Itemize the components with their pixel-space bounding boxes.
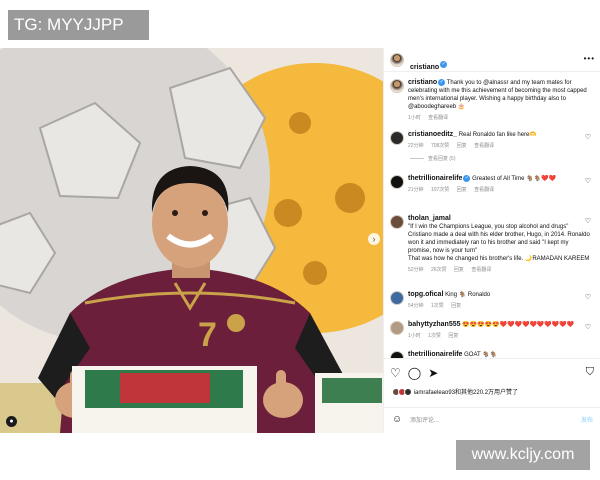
comment-meta: 21分钟 107次赞 回复 查看翻译 — [408, 186, 590, 194]
caption-username[interactable]: cristiano — [408, 79, 437, 86]
comment-time: 1小时 — [408, 333, 421, 339]
see-translation-link[interactable]: 查看翻译 — [428, 115, 448, 121]
comment-avatar[interactable] — [390, 175, 404, 189]
comment-item: thetrillionairelife GOAT 🐐🐐 — [390, 351, 590, 358]
comment-like-heart-icon[interactable]: ♡ — [585, 177, 591, 185]
comment-body: thetrillionairelife ✓ Greatest of All Tim… — [408, 175, 590, 183]
comment-text: King 🐐 Ronaldo — [445, 292, 491, 298]
reply-link[interactable]: 回复 — [448, 333, 458, 339]
comment-text: Real Ronaldo fan like here🫶 — [458, 132, 537, 138]
author-name-row: cristiano ✓ — [410, 56, 448, 74]
verified-badge-icon: ✓ — [440, 61, 448, 69]
tagged-user-icon[interactable]: ● — [6, 416, 17, 427]
next-image-chevron-icon[interactable]: › — [368, 233, 380, 245]
comment-time: 21分钟 — [408, 187, 424, 194]
comment-username[interactable]: topg.ofical — [408, 291, 443, 298]
see-translation-link[interactable]: 查看翻译 — [474, 187, 494, 193]
bookmark-icon[interactable]: ⛉ — [586, 366, 594, 379]
comment-meta: 22分钟 708次赞 回复 查看翻译 — [408, 142, 590, 150]
likes-summary[interactable]: iamrafaeleao93和其他220.2万用户赞了 — [392, 387, 519, 397]
caption-time: 1小时 — [408, 115, 421, 122]
comment-like-heart-icon[interactable]: ♡ — [585, 323, 591, 331]
comment-like-heart-icon[interactable]: ♡ — [585, 217, 591, 225]
comment-avatar[interactable] — [390, 215, 404, 229]
reply-link[interactable]: 回复 — [457, 143, 467, 149]
comments-list: cristiano ✓ Thank you to @alnassr and my … — [384, 73, 600, 358]
post-photo[interactable]: 7 › ● — [0, 48, 383, 433]
comment-username[interactable]: tholan_jamal — [408, 215, 451, 222]
reply-link[interactable]: 回复 — [454, 267, 464, 273]
comment-text: Greatest of All Time 🐐🐐❤️❤️ — [472, 176, 557, 183]
comment-body: tholan_jamal "If I win the Champions Lea… — [408, 215, 590, 263]
post-actions: ♡ ◯ ➤ ⛉ iamrafaeleao93和其他220.2万用户赞了 ☺ 添加评论… — [384, 358, 600, 433]
comment-body: bahyttyzhan555 😍😍😍😍😍❤️❤️❤️❤️❤️❤️❤️❤️❤️❤️ — [408, 321, 590, 329]
liker-avatars — [392, 388, 412, 397]
comment-username[interactable]: bahyttyzhan555 — [408, 321, 461, 328]
comment-username[interactable]: cristianoeditz_ — [408, 131, 457, 138]
post-comment-button[interactable]: 发布 — [581, 415, 593, 424]
verified-badge-icon: ✓ — [438, 79, 446, 86]
comment-time: 52分钟 — [408, 267, 424, 273]
caption-avatar[interactable] — [390, 79, 404, 93]
comment-like-heart-icon[interactable]: ♡ — [585, 133, 591, 141]
comment-item: tholan_jamal "If I win the Champions Lea… — [390, 215, 590, 274]
caption-body: cristiano ✓ Thank you to @alnassr and my … — [408, 79, 590, 111]
view-replies-link[interactable]: 查看回复 (5) — [428, 155, 590, 163]
verified-badge-icon: ✓ — [463, 175, 471, 182]
photo-illustration: 7 — [0, 48, 383, 433]
comment-likes[interactable]: 26次赞 — [431, 267, 447, 273]
svg-text:7: 7 — [198, 316, 217, 354]
comment-avatar[interactable] — [390, 291, 404, 305]
comment-time: 54分钟 — [408, 303, 424, 309]
heart-icon[interactable]: ♡ — [390, 366, 401, 380]
post-sidebar: cristiano ✓ ••• cristiano ✓ Thank you to @… — [383, 48, 600, 433]
comment-likes[interactable]: 1次赞 — [428, 333, 441, 339]
add-comment-bar: ☺ 添加评论... 发布 — [384, 407, 600, 431]
comment-body: cristianoeditz_ Real Ronaldo fan like he… — [408, 131, 590, 139]
watermark-top: TG: MYYJJPP — [8, 10, 149, 40]
instagram-post: 7 › ● cristiano ✓ ••• cristiano ✓ Thank … — [0, 48, 600, 433]
post-header: cristiano ✓ ••• — [384, 48, 600, 72]
comment-body: topg.ofical King 🐐 Ronaldo — [408, 291, 590, 299]
more-options-icon[interactable]: ••• — [584, 54, 595, 63]
comment-likes[interactable]: 107次赞 — [431, 187, 449, 193]
comment-avatar[interactable] — [390, 321, 404, 335]
reply-link[interactable]: 回复 — [457, 187, 467, 193]
comment-like-heart-icon[interactable]: ♡ — [585, 293, 591, 301]
comment-item: bahyttyzhan555 😍😍😍😍😍❤️❤️❤️❤️❤️❤️❤️❤️❤️❤️… — [390, 321, 590, 340]
author-avatar[interactable] — [390, 53, 404, 67]
reply-link[interactable]: 回复 — [451, 303, 461, 309]
comment-body: thetrillionairelife GOAT 🐐🐐 — [408, 351, 590, 358]
share-icon[interactable]: ➤ — [428, 366, 438, 380]
comment-meta: 1小时 1次赞 回复 — [408, 332, 590, 340]
see-translation-link[interactable]: 查看翻译 — [474, 143, 494, 149]
comment-text: 😍😍😍😍😍❤️❤️❤️❤️❤️❤️❤️❤️❤️❤️ — [462, 322, 575, 328]
emoji-icon[interactable]: ☺ — [392, 414, 402, 425]
comment-input[interactable]: 添加评论... — [410, 415, 439, 424]
comment-likes[interactable]: 1次赞 — [431, 303, 444, 309]
likes-text: iamrafaeleao93和其他220.2万用户赞了 — [413, 390, 519, 396]
comment-item: topg.ofical King 🐐 Ronaldo 54分钟 1次赞 回复 — [390, 291, 590, 310]
author-username[interactable]: cristiano — [410, 64, 439, 71]
action-icons: ♡ ◯ ➤ — [390, 366, 445, 380]
comment-username[interactable]: thetrillionairelife — [408, 175, 462, 182]
comment-meta: 52分钟 26次赞 回复 查看翻译 — [408, 266, 590, 274]
see-translation-link[interactable]: 查看翻译 — [471, 267, 491, 273]
comment-item: cristianoeditz_ Real Ronaldo fan like he… — [390, 131, 590, 163]
comment-item: thetrillionairelife ✓ Greatest of All Tim… — [390, 175, 590, 194]
comment-icon[interactable]: ◯ — [408, 366, 421, 380]
comment-avatar[interactable] — [390, 351, 404, 358]
screenshot-root: 7 › ● cristiano ✓ ••• cristiano ✓ Thank … — [0, 0, 600, 480]
watermark-bottom: www.kcljy.com — [456, 440, 590, 470]
comment-meta: 54分钟 1次赞 回复 — [408, 302, 590, 310]
caption-meta: 1小时 查看翻译 — [408, 114, 590, 122]
comment-text: "If I win the Champions League, you stop… — [408, 224, 590, 262]
comment-likes[interactable]: 708次赞 — [431, 143, 449, 149]
comment-time: 22分钟 — [408, 143, 424, 149]
comment-username[interactable]: thetrillionairelife — [408, 351, 462, 358]
caption: cristiano ✓ Thank you to @alnassr and my … — [390, 79, 590, 122]
comment-avatar[interactable] — [390, 131, 404, 145]
